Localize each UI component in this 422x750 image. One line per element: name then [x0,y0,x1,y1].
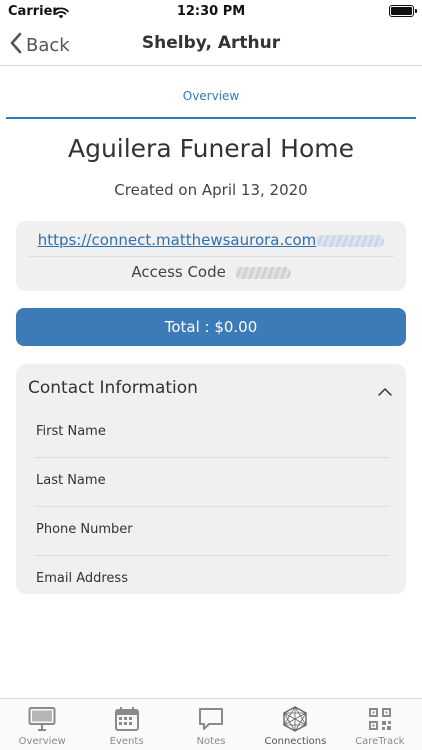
nav-title: Shelby, Arthur [141,33,281,53]
monitor-icon [28,706,56,732]
network-hexagon-icon [281,706,309,732]
navigation-bar: Back Shelby, Arthur [0,24,422,66]
contact-section-title: Contact Information [28,378,198,398]
status-time: 12:30 PM [176,4,246,19]
tabbar-item-events[interactable]: Events [84,699,168,750]
field-label: Email Address [36,571,128,586]
last-name-field[interactable]: Last Name [34,459,390,507]
total-button[interactable]: Total : $0.00 [16,308,406,346]
phone-number-field[interactable]: Phone Number [34,508,390,556]
qr-code-icon [366,706,394,732]
tabbar-label: Connections [264,736,327,747]
connection-link[interactable]: https://connect.matthewsaurora.com [38,231,317,249]
access-code-row: Access Code [16,263,406,281]
status-bar: Carrier 12:30 PM [0,0,422,24]
tabbar-label: Events [109,736,144,747]
email-address-field[interactable]: Email Address [34,557,390,605]
divider [28,256,394,257]
contact-section-header[interactable]: Contact Information [16,364,406,410]
page-title: Aguilera Funeral Home [67,134,355,163]
created-date: Created on April 13, 2020 [114,181,308,199]
first-name-field[interactable]: First Name [34,410,390,458]
tabbar-item-notes[interactable]: Notes [169,699,253,750]
tab-overview[interactable]: Overview [0,89,422,103]
field-label: Phone Number [36,522,133,537]
tabbar-item-caretrack[interactable]: CareTrack [338,699,422,750]
connection-card: https://connect.matthewsaurora.com Acces… [16,221,406,291]
redacted-access-code [234,266,291,279]
battery-icon [389,5,417,17]
contact-information-card: Contact Information First Name Last Name… [16,364,406,594]
field-label: First Name [36,424,106,439]
tabbar-label: Overview [18,736,66,747]
tabbar-item-connections[interactable]: Connections [253,699,337,750]
field-label: Last Name [36,473,106,488]
tab-active-indicator [6,117,416,119]
tabbar-label: Notes [196,736,226,747]
chevron-up-icon[interactable] [378,381,392,400]
connection-link-row: https://connect.matthewsaurora.com [16,231,406,249]
tabbar-item-overview[interactable]: Overview [0,699,84,750]
calendar-icon [113,706,141,732]
access-code-label: Access Code [131,263,226,281]
speech-bubble-icon [197,706,225,732]
redacted-link-suffix [316,234,385,247]
tabbar-label: CareTrack [355,736,405,747]
segment-tabs: Overview [0,66,422,120]
bottom-tab-bar: Overview Events Notes Connections CareTr… [0,698,422,750]
